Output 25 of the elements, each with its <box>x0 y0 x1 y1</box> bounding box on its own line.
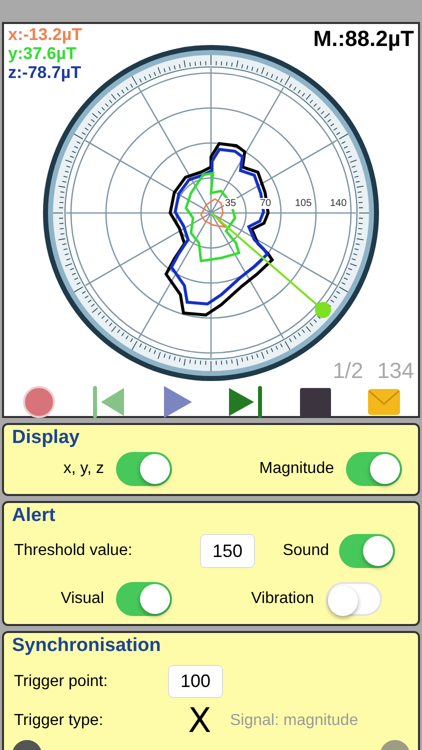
radial-label: 35 <box>224 198 238 209</box>
magnitude-readout: M.:88.2µT <box>313 26 414 52</box>
section-title: Synchronisation <box>12 634 162 658</box>
trigger-type-label: Trigger type: <box>14 711 104 731</box>
toggle-label: Magnitude <box>259 459 334 479</box>
x-readout: x:-13.2µT <box>8 25 82 44</box>
y-readout: y:37.6µT <box>8 44 78 63</box>
trigger-type-symbol[interactable]: X <box>188 704 218 738</box>
radial-label: 70 <box>259 198 272 209</box>
toggle-label: Visual <box>60 589 104 609</box>
toggle-label: x, y, z <box>63 459 104 479</box>
signal-label: Signal: magnitude <box>230 711 358 731</box>
trigger-point-label: Trigger point: <box>14 672 109 692</box>
radial-label: 140 <box>329 198 348 209</box>
z-readout: z:-78.7µT <box>8 63 82 82</box>
sample-count: 134 <box>377 357 414 385</box>
toggle-label: Vibration <box>251 589 314 609</box>
radial-label: 105 <box>294 198 313 209</box>
threshold-label: Threshold value: <box>14 541 134 561</box>
section-title: Display <box>12 426 81 450</box>
trigger-point-field[interactable]: 100 <box>168 665 223 698</box>
threshold-field[interactable]: 150 <box>200 534 255 568</box>
section-title: Alert <box>12 504 56 528</box>
page-counter: 1/2 <box>332 357 364 385</box>
toggle-label: Sound <box>282 541 329 561</box>
